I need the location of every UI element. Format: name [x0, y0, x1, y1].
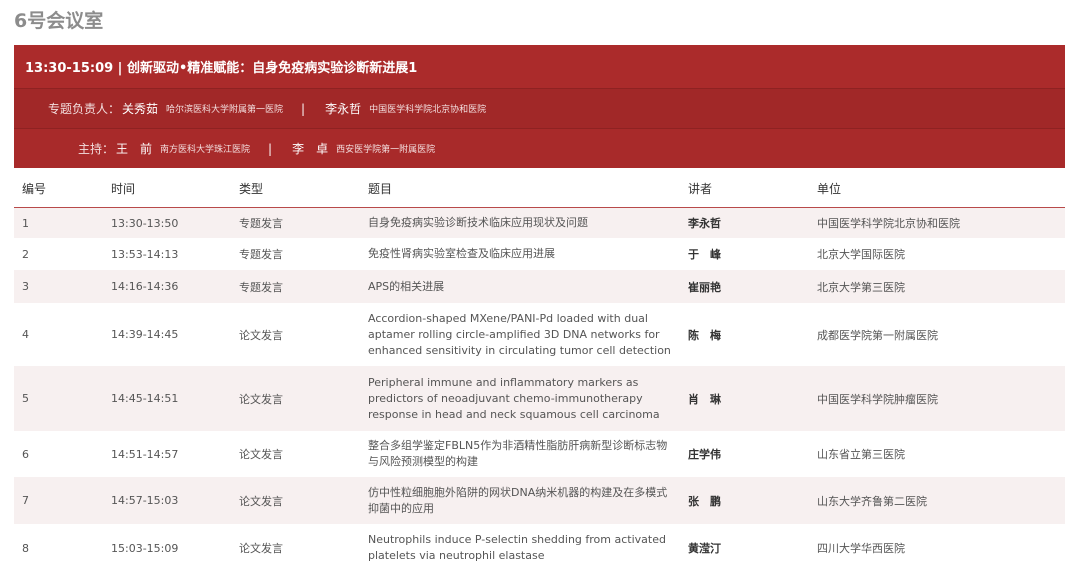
header-time: 时间: [111, 182, 136, 196]
row-type: 论文发言: [239, 448, 283, 461]
row-type: 专题发言: [239, 280, 283, 294]
hosts-label: 主持：: [78, 142, 115, 156]
lead-hospital: 哈尔滨医科大学附属第一医院: [166, 105, 284, 115]
row-time: 15:03-15:09: [111, 541, 179, 555]
row-unit: 北京大学国际医院: [817, 248, 905, 261]
row-speaker: 黄滢汀: [688, 542, 721, 555]
row-topic: 仿中性粒细胞胞外陷阱的网状DNA纳米机器的构建及在多模式抑菌中的应用: [368, 485, 668, 515]
row-topic: Peripheral immune and inflammatory marke…: [368, 375, 660, 421]
row-unit: 中国医学科学院肿瘤医院: [817, 392, 938, 406]
row-unit: 山东省立第三医院: [817, 448, 905, 461]
leads-label: 专题负责人：: [48, 102, 121, 116]
row-unit: 中国医学科学院北京协和医院: [817, 217, 960, 230]
row-type: 论文发言: [239, 392, 283, 406]
row-no: 7: [22, 494, 29, 507]
row-unit: 山东大学齐鲁第二医院: [817, 494, 927, 508]
row-no: 5: [22, 392, 29, 405]
lead-name: 关秀茹: [122, 102, 159, 116]
row-type: 专题发言: [239, 248, 283, 261]
row-no: 1: [22, 216, 29, 230]
row-time: 14:57-15:03: [111, 494, 179, 507]
row-topic: 免疫性肾病实验室检查及临床应用进展: [368, 247, 555, 260]
session-title: 13:30-15:09 | 创新驱动•精准赋能：自身免疫病实验诊断新进展1: [14, 45, 1065, 89]
row-speaker: 李永哲: [688, 217, 721, 230]
schedule-table: 1 13:30-13:50 专题发言 自身免疫病实验诊断技术临床应用现状及问题 …: [14, 208, 1065, 572]
row-type: 专题发言: [239, 217, 283, 230]
table-row: 6 14:51-14:57 论文发言 整合多组学鉴定FBLN5作为非酒精性脂肪肝…: [14, 431, 1065, 477]
row-unit: 四川大学华西医院: [817, 542, 905, 555]
row-time: 14:45-14:51: [111, 392, 179, 405]
header-no: 编号: [22, 182, 47, 196]
separator: |: [301, 101, 306, 116]
row-speaker: 肖 琳: [688, 392, 721, 406]
row-time: 13:30-13:50: [111, 216, 179, 230]
row-speaker: 陈 梅: [688, 328, 721, 342]
row-no: 6: [22, 447, 29, 461]
lead-name: 李永哲: [325, 102, 362, 116]
table-row: 7 14:57-15:03 论文发言 仿中性粒细胞胞外陷阱的网状DNA纳米机器的…: [14, 477, 1065, 524]
header-unit: 单位: [817, 182, 842, 196]
header-topic: 题目: [368, 182, 393, 196]
session-header: 13:30-15:09 | 创新驱动•精准赋能：自身免疫病实验诊断新进展1 专题…: [14, 45, 1065, 168]
table-row: 5 14:45-14:51 论文发言 Peripheral immune and…: [14, 366, 1065, 431]
row-time: 14:39-14:45: [111, 328, 179, 341]
row-no: 3: [22, 280, 29, 293]
row-type: 论文发言: [239, 328, 283, 342]
row-speaker: 于 峰: [688, 248, 721, 261]
row-time: 14:51-14:57: [111, 447, 179, 461]
header-speaker: 讲者: [688, 182, 713, 196]
lead-hospital: 中国医学科学院北京协和医院: [369, 105, 487, 115]
row-no: 8: [22, 541, 29, 555]
row-time: 14:16-14:36: [111, 280, 179, 293]
row-no: 4: [22, 328, 29, 341]
separator: |: [268, 141, 273, 156]
row-topic: APS的相关进展: [368, 279, 445, 293]
room-title: 6号会议室: [14, 10, 104, 32]
table-row: 2 13:53-14:13 专题发言 免疫性肾病实验室检查及临床应用进展 于 峰…: [14, 238, 1065, 270]
row-type: 论文发言: [239, 494, 283, 508]
row-type: 论文发言: [239, 542, 283, 555]
row-speaker: 庄学伟: [688, 448, 721, 461]
row-time: 13:53-14:13: [111, 247, 179, 261]
table-row: 4 14:39-14:45 论文发言 Accordion-shaped MXen…: [14, 303, 1065, 366]
session-leads: 专题负责人： 关秀茹 哈尔滨医科大学附属第一医院 | 李永哲 中国医学科学院北京…: [14, 89, 1065, 129]
row-speaker: 崔丽艳: [688, 280, 721, 294]
table-row: 8 15:03-15:09 论文发言 Neutrophils induce P-…: [14, 524, 1065, 572]
row-topic: Neutrophils induce P-selectin shedding f…: [368, 533, 666, 562]
host-name: 李 卓: [292, 142, 329, 156]
host-hospital: 南方医科大学珠江医院: [160, 145, 251, 155]
row-unit: 成都医学院第一附属医院: [817, 328, 938, 342]
header-type: 类型: [239, 182, 264, 196]
session-hosts: 主持： 王 前 南方医科大学珠江医院 | 李 卓 西安医学院第一附属医院: [14, 129, 1065, 168]
host-name: 王 前: [116, 142, 153, 156]
row-unit: 北京大学第三医院: [817, 280, 905, 294]
row-topic: Accordion-shaped MXene/PANI-Pd loaded wi…: [368, 311, 671, 357]
table-header: 编号 时间 类型 题目 讲者 单位: [14, 168, 1065, 208]
table-row: 1 13:30-13:50 专题发言 自身免疫病实验诊断技术临床应用现状及问题 …: [14, 208, 1065, 238]
row-speaker: 张 鹏: [688, 494, 721, 508]
table-row: 3 14:16-14:36 专题发言 APS的相关进展 崔丽艳 北京大学第三医院: [14, 270, 1065, 303]
row-no: 2: [22, 247, 29, 261]
row-topic: 整合多组学鉴定FBLN5作为非酒精性脂肪肝病新型诊断标志物与风险预测模型的构建: [368, 439, 668, 468]
host-hospital: 西安医学院第一附属医院: [336, 145, 436, 155]
row-topic: 自身免疫病实验诊断技术临床应用现状及问题: [368, 216, 588, 229]
